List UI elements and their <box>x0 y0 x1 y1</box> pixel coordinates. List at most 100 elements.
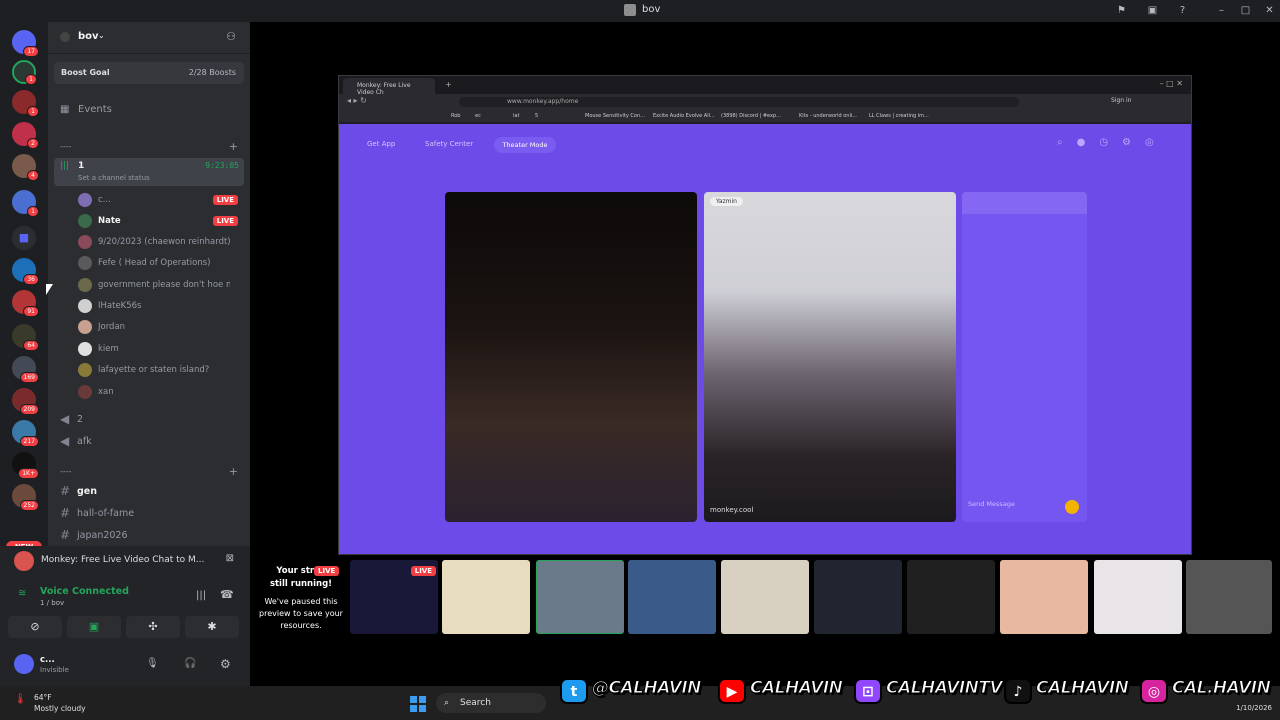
thermometer-icon: 🌡 <box>14 694 27 705</box>
voice-user[interactable]: c... LIVE <box>78 191 244 209</box>
server-icon[interactable]: 1K+ <box>12 452 39 479</box>
minimize-icon[interactable]: – <box>1216 5 1227 16</box>
channel-status[interactable]: Set a channel status <box>78 174 150 182</box>
add-channel-icon[interactable]: + <box>229 465 238 478</box>
participant-tile[interactable] <box>1186 560 1272 634</box>
popout-icon[interactable]: ⊠ <box>226 553 234 564</box>
participant-tile[interactable] <box>907 560 995 634</box>
server-icon[interactable]: 169 <box>12 356 39 383</box>
windows-start-icon[interactable] <box>410 696 426 712</box>
taskbar-search[interactable]: ⌕ Search <box>436 693 546 713</box>
bookmark[interactable]: Rob <box>451 113 460 119</box>
activities-button[interactable]: ✣ <box>126 616 180 638</box>
participant-tile[interactable] <box>628 560 716 634</box>
server-icon[interactable]: 64 <box>12 324 39 351</box>
flag-icon[interactable]: ⚑ <box>1116 5 1127 16</box>
voice-connected[interactable]: Voice Connected <box>40 586 129 597</box>
server-name: bov <box>78 31 99 42</box>
voice-channel-2[interactable]: ◀ 2 <box>60 410 240 428</box>
address-bar[interactable]: www.monkey.app/home <box>459 97 1019 107</box>
direct-messages-icon[interactable]: 17 <box>12 30 39 57</box>
bookmark[interactable]: Kits - underworld onli... <box>799 113 857 119</box>
voice-user[interactable]: xan <box>78 383 244 401</box>
participant-tile[interactable] <box>1094 560 1182 634</box>
safety-center-link[interactable]: Safety Center <box>425 140 473 148</box>
participant-tile[interactable] <box>442 560 530 634</box>
theater-mode-button[interactable]: Theater Mode <box>494 137 556 153</box>
remote-user-name[interactable]: Yazmin <box>710 197 743 206</box>
stream-activity[interactable]: Monkey: Free Live Video Chat to M... ⊠ <box>8 549 242 573</box>
server-icon[interactable]: 2 <box>12 122 39 149</box>
add-server-icon[interactable]: 1 <box>12 60 37 85</box>
add-channel-icon[interactable]: + <box>229 140 238 153</box>
invite-icon[interactable]: ⚇ <box>226 30 236 43</box>
voice-channel-afk[interactable]: ◀ afk <box>60 432 240 450</box>
close-icon[interactable]: ✕ <box>1264 5 1275 16</box>
maximize-icon[interactable]: □ <box>1240 5 1251 16</box>
help-icon[interactable]: ? <box>1177 5 1188 16</box>
server-icon[interactable]: 217 <box>12 420 39 447</box>
boost-goal-label: Boost Goal <box>61 68 110 77</box>
window-controls[interactable]: – □ ✕ <box>1160 79 1183 88</box>
noise-suppression-icon[interactable]: ||| <box>196 590 206 601</box>
participant-tile[interactable] <box>536 560 624 634</box>
boost-goal[interactable]: Boost Goal 2/28 Boosts <box>54 62 244 84</box>
bookmark[interactable]: LL Claws | creating im... <box>869 113 929 119</box>
folder-icon[interactable]: ■ <box>12 226 36 250</box>
header-icons[interactable]: ⌕●◷⚙◎ <box>1057 137 1168 148</box>
soundboard-button[interactable]: ✱ <box>185 616 239 638</box>
participant-tile[interactable] <box>814 560 902 634</box>
server-icon[interactable]: 4 <box>12 154 39 181</box>
stream-thumbnail[interactable]: LIVE <box>350 560 438 634</box>
send-message-input[interactable]: Send Message <box>968 500 1015 508</box>
bookmark[interactable]: Mouse Sensitivity Con... <box>585 113 645 119</box>
disconnect-icon[interactable]: ☎ <box>220 588 234 601</box>
server-icon[interactable]: 209 <box>12 388 39 415</box>
server-icon[interactable]: 36 <box>12 258 39 285</box>
participant-tile[interactable] <box>1000 560 1088 634</box>
voice-user[interactable]: IHateK56s <box>78 297 244 315</box>
voice-actions: ⊘ ▣ ✣ ✱ <box>8 616 242 638</box>
bookmark[interactable]: (3898) Discord | #exp... <box>721 113 781 119</box>
screen-share-button[interactable]: ▣ <box>67 616 121 638</box>
settings-gear-icon[interactable]: ⚙ <box>220 657 231 671</box>
server-icon[interactable]: 91 <box>12 290 39 317</box>
inbox-icon[interactable]: ▣ <box>1147 5 1158 16</box>
server-icon[interactable]: 252 <box>12 484 39 511</box>
avatar <box>78 278 92 292</box>
text-channel-gen[interactable]: # gen <box>60 482 240 500</box>
browser-tab[interactable]: Monkey: Free Live Video Ch <box>343 78 435 96</box>
bookmark[interactable]: 5 <box>535 113 538 119</box>
avatar <box>14 654 34 674</box>
server-icon[interactable]: 1 <box>12 90 39 117</box>
voice-user[interactable]: Nate LIVE <box>78 212 244 230</box>
text-channel-japan2026[interactable]: # japan2026 <box>60 526 240 544</box>
camera-off-button[interactable]: ⊘ <box>8 616 62 638</box>
voice-channel-1[interactable]: ||| 1 9:23:05 Set a channel status <box>54 158 244 186</box>
bookmark[interactable]: Excite Audio Evolve All... <box>653 113 715 119</box>
category-header[interactable]: ---- <box>60 142 72 151</box>
microphone-icon[interactable]: 🎙 <box>146 658 159 669</box>
get-app-link[interactable]: Get App <box>367 140 395 148</box>
current-user[interactable]: c... Invisible 🎙 🎧 ⚙ <box>14 654 244 678</box>
category-header[interactable]: ---- <box>60 467 72 476</box>
text-channel-hall-of-fame[interactable]: # hall-of-fame <box>60 504 240 522</box>
headphones-icon[interactable]: 🎧 <box>184 658 196 669</box>
server-header[interactable]: bov ⌄ ⚇ <box>48 22 250 54</box>
nav-buttons[interactable]: ◂ ▸ ↻ <box>347 96 367 105</box>
voice-user[interactable]: lafayette or staten island? <box>78 361 244 379</box>
new-tab-icon[interactable]: + <box>445 80 452 89</box>
voice-location[interactable]: 1 / bov <box>40 599 64 607</box>
gift-icon[interactable] <box>1065 500 1079 514</box>
voice-user[interactable]: Fefe ( Head of Operations) <box>78 254 244 272</box>
voice-user[interactable]: government please don't hoe me <box>78 276 244 294</box>
voice-user[interactable]: Jordan <box>78 318 244 336</box>
voice-user[interactable]: kiem <box>78 340 244 358</box>
server-icon[interactable]: 1 <box>12 190 39 217</box>
bookmark[interactable]: ec <box>475 113 481 119</box>
events-link[interactable]: Events <box>78 104 112 115</box>
voice-user[interactable]: 9/20/2023 (chaewon reinhardt) <box>78 233 244 251</box>
participant-tile[interactable] <box>721 560 809 634</box>
sign-in-button[interactable]: Sign in <box>1111 97 1131 104</box>
bookmark[interactable]: lat <box>513 113 519 119</box>
